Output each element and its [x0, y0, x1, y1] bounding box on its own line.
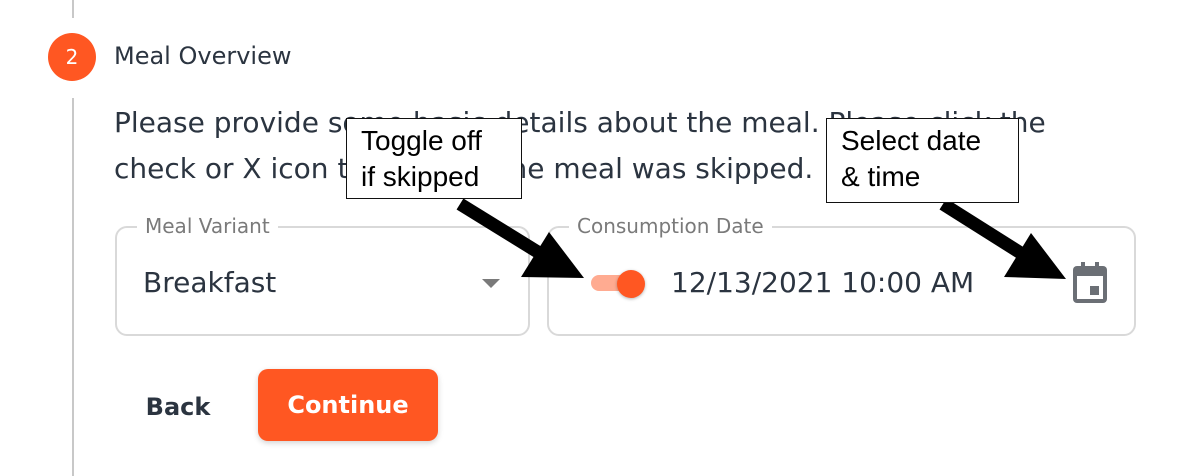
back-button[interactable]: Back	[130, 380, 226, 434]
date-callout: Select date & time	[826, 118, 1019, 203]
consumption-date-field[interactable]: Consumption Date 12/13/2021 10:00 AM	[547, 214, 1136, 336]
meal-variant-select[interactable]: Meal Variant Breakfast	[115, 214, 530, 336]
consumption-date-label: Consumption Date	[569, 214, 772, 238]
skip-meal-toggle[interactable]	[591, 270, 647, 298]
meal-variant-label: Meal Variant	[137, 214, 278, 238]
toggle-callout: Toggle off if skipped	[346, 118, 522, 199]
calendar-icon[interactable]	[1070, 261, 1110, 305]
toggle-thumb	[617, 270, 645, 298]
step-title: Meal Overview	[114, 42, 292, 70]
meal-variant-value: Breakfast	[143, 266, 277, 299]
chevron-down-icon[interactable]	[482, 279, 500, 288]
step-rail-top	[72, 0, 74, 18]
consumption-date-value[interactable]: 12/13/2021 10:00 AM	[671, 266, 974, 299]
step-rail	[72, 98, 74, 476]
continue-button[interactable]: Continue	[258, 369, 438, 441]
step-number-badge: 2	[48, 33, 96, 81]
